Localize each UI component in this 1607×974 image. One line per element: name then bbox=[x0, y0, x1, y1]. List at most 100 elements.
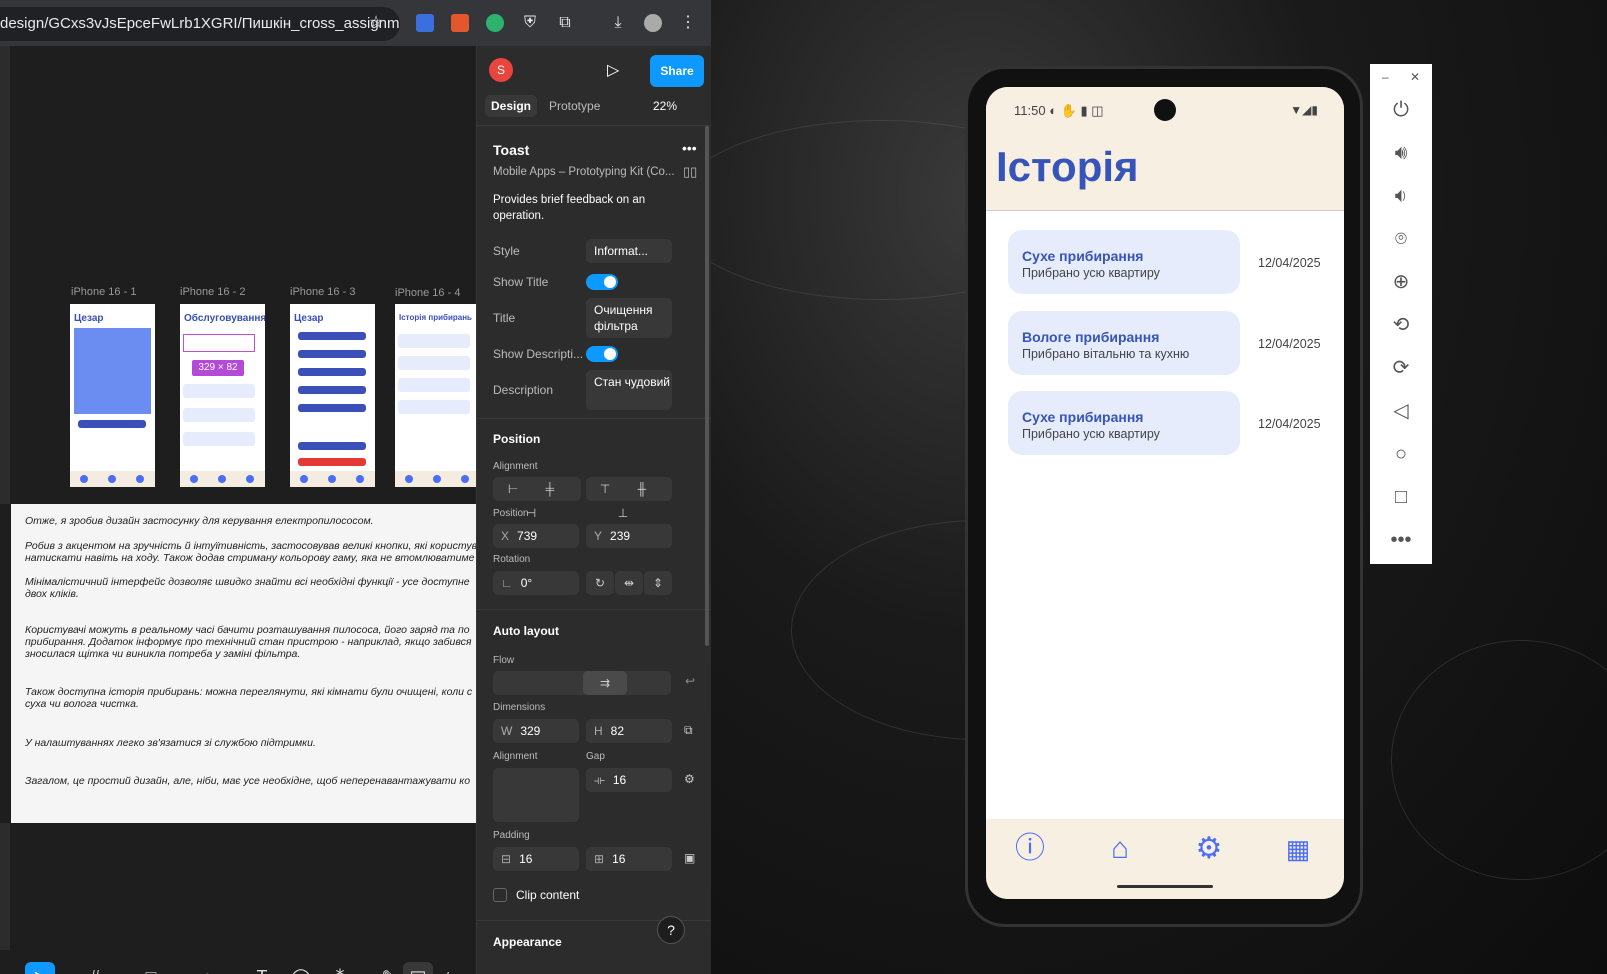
frame-iphone-3[interactable]: Цезар bbox=[290, 304, 375, 487]
x-label: X bbox=[501, 529, 510, 543]
text-tool-icon[interactable]: T bbox=[247, 962, 277, 974]
frame-label-2[interactable]: iPhone 16 - 2 bbox=[180, 286, 245, 298]
frame-iphone-2[interactable]: Обслуговування 329 × 82 bbox=[180, 304, 265, 487]
title-field[interactable]: Очищення фільтра bbox=[586, 298, 672, 338]
rotate-right-icon[interactable]: ⟳ bbox=[1388, 355, 1414, 381]
design-mode-icon[interactable]: ▤ bbox=[403, 962, 433, 974]
title-label: Title bbox=[493, 311, 516, 325]
flow-wrap-selected-icon[interactable]: ⇉ bbox=[583, 671, 627, 695]
camera-icon[interactable]: ⌾ bbox=[1388, 226, 1414, 252]
gesture-handle[interactable] bbox=[1117, 885, 1213, 888]
draw-mode-icon[interactable]: ✎ bbox=[374, 962, 404, 974]
frame-tool-icon[interactable]: # bbox=[80, 962, 110, 974]
volume-up-icon[interactable]: 🔊︎ bbox=[1388, 140, 1414, 166]
extension-icon-3[interactable] bbox=[486, 14, 504, 32]
phone-screen[interactable]: 11:50 ◐ ✋ ▮ ◫ ▼◢▮ Історія Сухе прибиранн… bbox=[986, 87, 1344, 899]
mini-button bbox=[298, 386, 366, 394]
extension-icon-2[interactable] bbox=[451, 14, 469, 32]
gap-field[interactable]: ⟛ 16 bbox=[586, 768, 672, 792]
download-icon[interactable]: ⤓ bbox=[609, 14, 627, 32]
frame-label-1[interactable]: iPhone 16 - 1 bbox=[71, 286, 136, 298]
help-icon[interactable]: ? bbox=[657, 916, 685, 944]
more-options-icon[interactable]: ••• bbox=[682, 140, 697, 156]
rotate-icon[interactable]: ↻ bbox=[586, 571, 614, 595]
vertical-padding-field[interactable]: ⊞ 16 bbox=[586, 847, 672, 871]
show-title-toggle[interactable] bbox=[586, 274, 618, 290]
frame-iphone-4[interactable]: Історія прибирань bbox=[395, 304, 476, 487]
reverse-flow-icon[interactable]: ↩ bbox=[685, 674, 695, 688]
horizontal-align-icons[interactable]: ⊢ ╪ ⊣ bbox=[493, 477, 581, 520]
figma-canvas[interactable]: iPhone 16 - 1 iPhone 16 - 2 iPhone 16 - … bbox=[0, 46, 476, 974]
rotate-left-icon[interactable]: ⟲ bbox=[1388, 312, 1414, 338]
pen-tool-icon[interactable]: ✒ bbox=[192, 962, 222, 974]
horizontal-padding-field[interactable]: ⊟ 16 bbox=[493, 847, 579, 871]
mini-button-danger bbox=[298, 458, 366, 466]
flow-options[interactable] bbox=[493, 671, 671, 695]
back-icon[interactable]: ◁ bbox=[1388, 398, 1414, 424]
move-tool-icon[interactable]: ➤ bbox=[25, 962, 55, 974]
share-button[interactable]: Share bbox=[650, 55, 704, 87]
present-icon[interactable]: ▷ bbox=[607, 60, 619, 80]
selected-toast[interactable] bbox=[183, 334, 255, 352]
y-label: Y bbox=[594, 529, 603, 543]
panel-scrollbar[interactable] bbox=[705, 126, 709, 646]
x-field[interactable]: X 739 bbox=[493, 524, 579, 548]
text-frame[interactable]: Отже, я зробив дизайн застосунку для кер… bbox=[11, 504, 476, 823]
vertical-align-icons[interactable]: ⊤ ╫ ⊥ bbox=[586, 477, 672, 520]
info-icon[interactable]: ⓘ bbox=[1014, 833, 1046, 865]
puzzle-extensions-icon[interactable]: ⧉ bbox=[556, 14, 574, 32]
flip-horizontal-icon[interactable]: ⇹ bbox=[615, 571, 643, 595]
tab-prototype[interactable]: Prototype bbox=[549, 99, 600, 113]
browser-menu-icon[interactable]: ⋮ bbox=[679, 14, 697, 32]
history-card[interactable]: Вологе прибирання Прибрано вітальню та к… bbox=[1008, 311, 1240, 375]
url-text: design/GCxs3vJsEpceFwLrb1XGRI/Пишкін_cro… bbox=[0, 15, 400, 32]
frame-iphone-1[interactable]: Цезар bbox=[70, 304, 155, 487]
volume-down-icon[interactable]: 🔉︎ bbox=[1388, 183, 1414, 209]
profile-avatar-icon[interactable] bbox=[644, 14, 662, 32]
resize-icon[interactable]: ⧉ bbox=[684, 723, 693, 738]
extension-icon-1[interactable] bbox=[416, 14, 434, 32]
book-icon[interactable]: ▯▯ bbox=[683, 164, 697, 180]
avatar[interactable]: S bbox=[489, 58, 513, 82]
zoom-level[interactable]: 22% bbox=[653, 99, 677, 113]
height-field[interactable]: H 82 bbox=[586, 719, 672, 743]
calculator-icon[interactable]: ▦ bbox=[1282, 833, 1314, 865]
power-icon[interactable]: ⏻ bbox=[1388, 97, 1414, 123]
history-date: 12/04/2025 bbox=[1258, 256, 1321, 270]
show-description-toggle[interactable] bbox=[586, 346, 618, 362]
resources-tool-icon[interactable]: ⁂ bbox=[325, 962, 355, 974]
library-name[interactable]: Mobile Apps – Prototyping Kit (Co... bbox=[493, 166, 675, 178]
layout-settings-icon[interactable]: ⚙ bbox=[684, 772, 695, 786]
close-icon[interactable]: ✕ bbox=[1410, 70, 1420, 84]
bookmark-star-icon[interactable]: ☆ bbox=[367, 14, 385, 32]
individual-padding-icon[interactable]: ▣ bbox=[684, 851, 695, 865]
rotation-field[interactable]: ∟ 0° bbox=[493, 571, 579, 595]
rectangle-tool-icon[interactable]: □ bbox=[136, 962, 166, 974]
frame-label-4[interactable]: iPhone 16 - 4 bbox=[395, 287, 460, 299]
history-card[interactable]: Сухе прибирання Прибрано усю квартиру bbox=[1008, 230, 1240, 294]
history-card[interactable]: Сухе прибирання Прибрано усю квартиру bbox=[1008, 391, 1240, 455]
zoom-icon[interactable]: ⊕ bbox=[1388, 269, 1414, 295]
settings-icon[interactable]: ⚙ bbox=[1193, 833, 1225, 865]
left-panel-edge bbox=[0, 46, 10, 504]
alignment-grid[interactable] bbox=[493, 768, 579, 822]
component-name[interactable]: Toast bbox=[493, 142, 529, 158]
clip-content-checkbox[interactable] bbox=[493, 888, 507, 902]
minimize-icon[interactable]: – bbox=[1382, 70, 1389, 84]
style-select[interactable]: Informat... bbox=[586, 239, 672, 263]
overview-icon[interactable]: □ bbox=[1388, 484, 1414, 510]
comment-tool-icon[interactable]: ◯ bbox=[286, 962, 316, 974]
address-bar[interactable]: design/GCxs3vJsEpceFwLrb1XGRI/Пишкін_cro… bbox=[0, 7, 400, 41]
more-icon[interactable]: ••• bbox=[1388, 527, 1414, 553]
width-field[interactable]: W 329 bbox=[493, 719, 579, 743]
y-field[interactable]: Y 239 bbox=[586, 524, 672, 548]
description-field[interactable]: Стан чудовий bbox=[586, 370, 672, 410]
home-icon[interactable]: ⌂ bbox=[1104, 833, 1136, 865]
paragraph: Користувачі можуть в реальному часі бачи… bbox=[25, 624, 472, 660]
flip-vertical-icon[interactable]: ⇕ bbox=[644, 571, 672, 595]
shield-extension-icon[interactable]: ⛨ bbox=[521, 14, 539, 32]
dev-mode-icon[interactable]: </> bbox=[432, 962, 462, 974]
frame-label-3[interactable]: iPhone 16 - 3 bbox=[290, 286, 355, 298]
home-button-icon[interactable]: ○ bbox=[1388, 441, 1414, 467]
tab-design[interactable]: Design bbox=[485, 95, 537, 117]
